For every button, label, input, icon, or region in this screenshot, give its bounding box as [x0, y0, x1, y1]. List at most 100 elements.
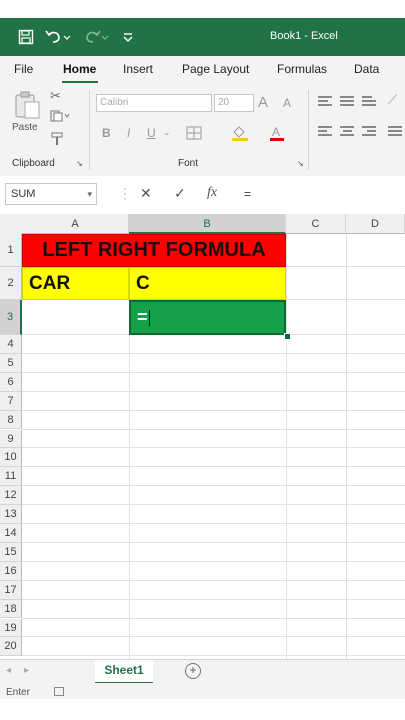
cell-a1-title[interactable]: LEFT RIGHT FORMULA	[22, 234, 286, 267]
ribbon-separator	[308, 90, 309, 170]
orientation-icon[interactable]: ⟋	[388, 92, 397, 108]
sheet-tab-sheet1[interactable]: Sheet1	[95, 660, 153, 684]
decrease-indent-icon[interactable]	[388, 126, 402, 136]
ribbon-separator	[89, 90, 90, 170]
column-header-b[interactable]: B	[129, 214, 286, 234]
clipboard-group-label: Clipboard	[12, 158, 55, 169]
borders-icon[interactable]	[186, 126, 202, 145]
cancel-button[interactable]: ✕	[140, 185, 152, 202]
cut-icon[interactable]: ✂	[50, 88, 61, 104]
column-header-d[interactable]: D	[346, 214, 405, 234]
tab-page-layout[interactable]: Page Layout	[182, 62, 249, 76]
row-header-10[interactable]: 10	[0, 448, 22, 468]
gridline	[22, 504, 405, 506]
row-header-20[interactable]: 20	[0, 637, 22, 657]
redo-icon[interactable]	[82, 27, 110, 47]
tab-insert[interactable]: Insert	[123, 62, 153, 76]
row-header-12[interactable]: 12	[0, 486, 22, 506]
select-all-corner[interactable]	[0, 214, 23, 235]
align-top-icon[interactable]	[318, 96, 332, 106]
customize-qat-icon[interactable]	[118, 27, 138, 47]
align-middle-icon[interactable]	[340, 96, 354, 106]
insert-function-button[interactable]: fx	[207, 185, 217, 201]
window-title: Book1 - Excel	[270, 30, 338, 42]
row-header-16[interactable]: 16	[0, 561, 22, 581]
gridline	[22, 390, 405, 392]
tab-data[interactable]: Data	[354, 62, 379, 76]
gridline	[22, 352, 405, 354]
column-header-c[interactable]: C	[286, 214, 346, 234]
name-box-dropdown-icon[interactable]: ▾	[87, 184, 92, 204]
gridline	[22, 447, 405, 449]
align-bottom-icon[interactable]	[362, 96, 376, 106]
font-color-icon[interactable]: A	[268, 124, 286, 147]
status-mode: Enter	[6, 687, 30, 698]
row-header-9[interactable]: 9	[0, 429, 22, 449]
underline-dropdown-icon[interactable]: ⌄	[163, 127, 171, 138]
row-header-11[interactable]: 11	[0, 467, 22, 487]
column-header-a[interactable]: A	[22, 214, 129, 234]
bold-button[interactable]: B	[102, 126, 111, 140]
formula-input[interactable]: =	[244, 187, 251, 201]
formula-bar: SUM ▾ ⋮ ✕ ✓ fx =	[0, 176, 405, 215]
row-header-1[interactable]: 1	[0, 234, 22, 267]
tab-formulas[interactable]: Formulas	[277, 62, 327, 76]
accessibility-icon	[54, 687, 64, 696]
fill-handle[interactable]	[284, 333, 291, 340]
paste-icon[interactable]	[12, 90, 42, 125]
copy-icon[interactable]	[50, 110, 70, 125]
sheet-tab-bar: ◂ ▸ Sheet1 +	[0, 659, 405, 684]
fill-color-icon[interactable]	[230, 124, 250, 147]
row-header-13[interactable]: 13	[0, 505, 22, 524]
row-header-19[interactable]: 19	[0, 618, 22, 638]
name-box-value: SUM	[11, 188, 36, 200]
row-header-14[interactable]: 14	[0, 524, 22, 543]
enter-button[interactable]: ✓	[174, 185, 186, 202]
row-header-17[interactable]: 17	[0, 580, 22, 600]
row-header-2[interactable]: 2	[0, 267, 22, 300]
tab-file[interactable]: File	[14, 62, 33, 76]
font-name-select[interactable]: Calibri	[96, 94, 212, 112]
format-painter-icon[interactable]	[50, 132, 64, 149]
name-box[interactable]: SUM ▾	[5, 183, 97, 205]
align-left-icon[interactable]	[318, 126, 332, 136]
gridline	[22, 371, 405, 373]
prev-sheet-icon[interactable]: ◂	[6, 665, 11, 676]
cell-a2[interactable]: CAR	[22, 267, 129, 300]
gridline	[22, 579, 405, 581]
add-sheet-icon[interactable]: +	[185, 663, 201, 679]
row-header-4[interactable]: 4	[0, 335, 22, 354]
gridline	[22, 466, 405, 468]
cell-b2[interactable]: C	[129, 267, 286, 300]
font-launcher-icon[interactable]: ↘	[297, 159, 304, 168]
italic-button[interactable]: I	[127, 126, 130, 140]
shrink-font-button[interactable]: A	[283, 96, 291, 110]
gridline	[22, 485, 405, 487]
row-header-6[interactable]: 6	[0, 372, 22, 392]
undo-icon[interactable]	[44, 27, 72, 47]
font-size-select[interactable]: 20	[214, 94, 254, 112]
row-header-7[interactable]: 7	[0, 391, 22, 411]
cell-b3-value: =	[137, 307, 148, 327]
save-icon[interactable]	[16, 27, 36, 47]
gridline	[22, 617, 405, 619]
gridline	[22, 523, 405, 524]
row-header-3[interactable]: 3	[0, 300, 22, 335]
ribbon-tabs: File Home Insert Page Layout Formulas Da…	[0, 56, 405, 84]
cell-b3-active[interactable]: =	[129, 300, 286, 335]
row-header-18[interactable]: 18	[0, 599, 22, 619]
grow-font-button[interactable]: A	[258, 94, 268, 111]
align-right-icon[interactable]	[362, 126, 376, 136]
ribbon-home: Paste ✂ Clipboard ↘ Calibri 20 A A B I U…	[0, 84, 405, 177]
tab-home[interactable]: Home	[63, 62, 96, 76]
clipboard-launcher-icon[interactable]: ↘	[76, 159, 83, 168]
gridline	[22, 541, 405, 543]
row-header-8[interactable]: 8	[0, 410, 22, 430]
align-center-icon[interactable]	[340, 126, 354, 136]
paste-label[interactable]: Paste	[12, 122, 38, 133]
gridline	[22, 636, 405, 638]
row-header-15[interactable]: 15	[0, 542, 22, 562]
row-header-5[interactable]: 5	[0, 353, 22, 373]
underline-button[interactable]: U	[147, 126, 156, 140]
next-sheet-icon[interactable]: ▸	[24, 665, 29, 676]
